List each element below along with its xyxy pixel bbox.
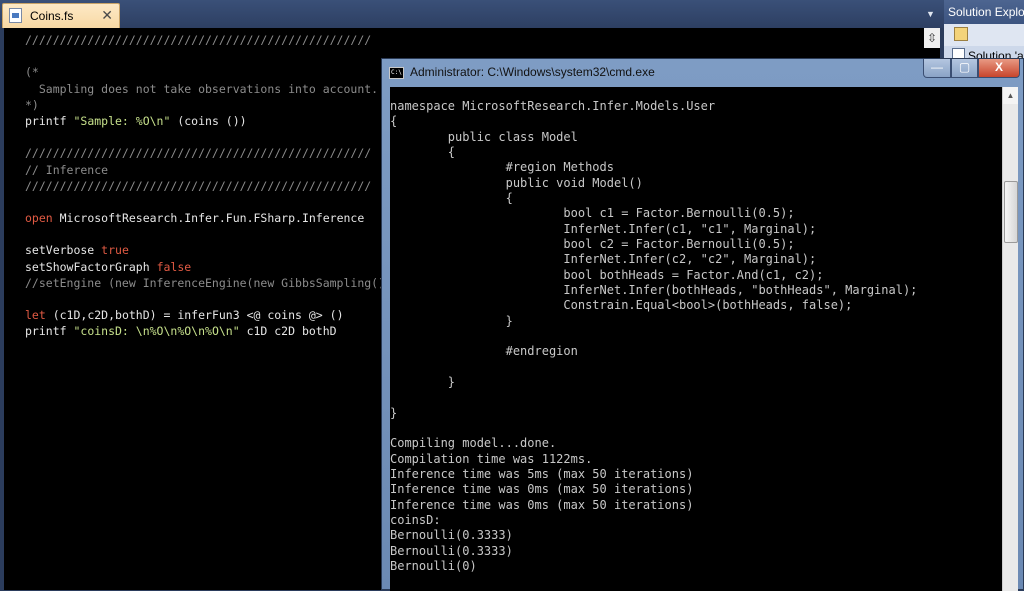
console-line: InferNet.Infer(bothHeads, "bothHeads", M…: [390, 282, 918, 297]
document-tab-strip: Coins.fs ✕ ▼: [0, 0, 944, 28]
properties-icon[interactable]: [954, 27, 968, 41]
console-line: {: [390, 144, 456, 159]
code-line: setShowFactorGraph false: [25, 259, 385, 275]
cmd-icon: C:\: [389, 67, 404, 79]
code-line: // Inference: [25, 162, 385, 178]
code-token: //setEngine (new InferenceEngine(new Gib…: [25, 275, 386, 290]
code-token: c1D c2D bothD: [239, 324, 337, 339]
console-line: }: [390, 405, 398, 420]
console-line: bool c2 = Factor.Bernoulli(0.5);: [390, 236, 795, 251]
console-line: Bernoulli(0.3333): [390, 528, 513, 543]
code-token: (coins ()): [170, 113, 247, 128]
code-token: *): [25, 97, 39, 112]
code-token: // Inference: [25, 162, 109, 177]
code-line: ////////////////////////////////////////…: [25, 178, 385, 194]
code-token: ////////////////////////////////////////…: [25, 178, 372, 193]
code-line: let (c1D,c2D,bothD) = inferFun3 <@ coins…: [25, 307, 385, 323]
code-token: let: [25, 308, 46, 323]
code-line: //setEngine (new InferenceEngine(new Gib…: [25, 275, 385, 291]
code-token: ////////////////////////////////////////…: [25, 33, 372, 47]
code-token: setShowFactorGraph: [25, 259, 157, 274]
code-token: "Sample: %O\n": [73, 113, 171, 128]
code-line: Sampling does not take observations into…: [25, 81, 385, 97]
code-line: printf "Sample: %O\n" (coins ()): [25, 113, 385, 129]
code-token: open: [25, 211, 53, 226]
editor-split-handle-icon[interactable]: ⇳: [924, 28, 940, 48]
code-line: open MicrosoftResearch.Infer.Fun.FSharp.…: [25, 210, 385, 226]
console-line: public class Model: [390, 129, 578, 144]
console-line: #endregion: [390, 344, 578, 359]
code-token: setVerbose: [25, 243, 102, 258]
code-token: "coinsD: \n%O\n%O\n%O\n": [73, 324, 240, 339]
console-line: Inference time was 0ms (max 50 iteration…: [390, 497, 694, 512]
code-token: true: [101, 243, 129, 258]
console-line: Compiling model...done.: [390, 436, 557, 451]
tab-label: Coins.fs: [30, 9, 74, 23]
code-token: printf: [25, 324, 74, 339]
maximize-button[interactable]: ▢: [951, 59, 978, 78]
console-line: #region Methods: [390, 160, 614, 175]
cmd-window-title: Administrator: C:\Windows\system32\cmd.e…: [410, 65, 655, 79]
code-token: printf: [25, 113, 74, 128]
console-line: InferNet.Infer(c1, "c1", Marginal);: [390, 221, 817, 236]
code-line: setVerbose true: [25, 242, 385, 258]
console-line: Inference time was 0ms (max 50 iteration…: [390, 482, 694, 497]
solution-explorer-title: Solution Explor: [944, 0, 1024, 24]
console-line: Bernoulli(0): [390, 558, 477, 573]
cmd-titlebar[interactable]: C:\ Administrator: C:\Windows\system32\c…: [382, 59, 1024, 87]
console-line: {: [390, 114, 398, 129]
tab-coins-fs[interactable]: Coins.fs ✕: [2, 3, 120, 28]
chevron-down-icon[interactable]: ▼: [926, 9, 935, 19]
code-token: false: [156, 259, 192, 274]
scrollbar-thumb[interactable]: [1004, 181, 1018, 243]
cmd-scrollbar[interactable]: ▲: [1002, 87, 1018, 591]
console-line: Inference time was 5ms (max 50 iteration…: [390, 466, 694, 481]
editor-code-text: ////////////////////////////////////////…: [25, 32, 385, 340]
code-line: ////////////////////////////////////////…: [25, 145, 385, 161]
code-token: Sampling does not take observations into…: [25, 81, 379, 96]
code-line: (*: [25, 64, 385, 80]
console-line: bool c1 = Factor.Bernoulli(0.5);: [390, 206, 795, 221]
cmd-window: C:\ Administrator: C:\Windows\system32\c…: [381, 58, 1024, 591]
code-token: ////////////////////////////////////////…: [25, 146, 372, 161]
solution-explorer-toolbar: [944, 24, 1024, 46]
code-line: *): [25, 97, 385, 113]
console-line: namespace MicrosoftResearch.Infer.Models…: [390, 99, 716, 113]
code-line: printf "coinsD: \n%O\n%O\n%O\n" c1D c2D …: [25, 323, 385, 339]
console-line: Bernoulli(0.3333): [390, 543, 513, 558]
cmd-console[interactable]: namespace MicrosoftResearch.Infer.Models…: [390, 87, 1002, 591]
cmd-output-text: namespace MicrosoftResearch.Infer.Models…: [390, 99, 917, 574]
code-token: MicrosoftResearch.Infer.Fun.FSharp.Infer…: [52, 211, 365, 226]
code-token: (*: [25, 65, 39, 80]
console-line: }: [390, 374, 456, 389]
console-line: bool bothHeads = Factor.And(c1, c2);: [390, 267, 824, 282]
console-line: Constrain.Equal<bool>(bothHeads, false);: [390, 298, 853, 313]
console-line: coinsD:: [390, 512, 441, 527]
minimize-button[interactable]: —: [923, 59, 951, 78]
fsharp-file-icon: [9, 8, 22, 23]
console-line: }: [390, 313, 513, 328]
close-button[interactable]: X: [978, 59, 1020, 78]
close-tab-icon[interactable]: ✕: [101, 7, 113, 24]
code-line: ////////////////////////////////////////…: [25, 32, 385, 48]
console-line: InferNet.Infer(c2, "c2", Marginal);: [390, 252, 817, 267]
console-line: public void Model(): [390, 175, 643, 190]
scroll-up-icon[interactable]: ▲: [1003, 87, 1018, 104]
console-line: Compilation time was 1122ms.: [390, 451, 593, 466]
code-token: (c1D,c2D,bothD) = inferFun3 <@ coins @> …: [45, 308, 344, 323]
console-line: {: [390, 190, 513, 205]
